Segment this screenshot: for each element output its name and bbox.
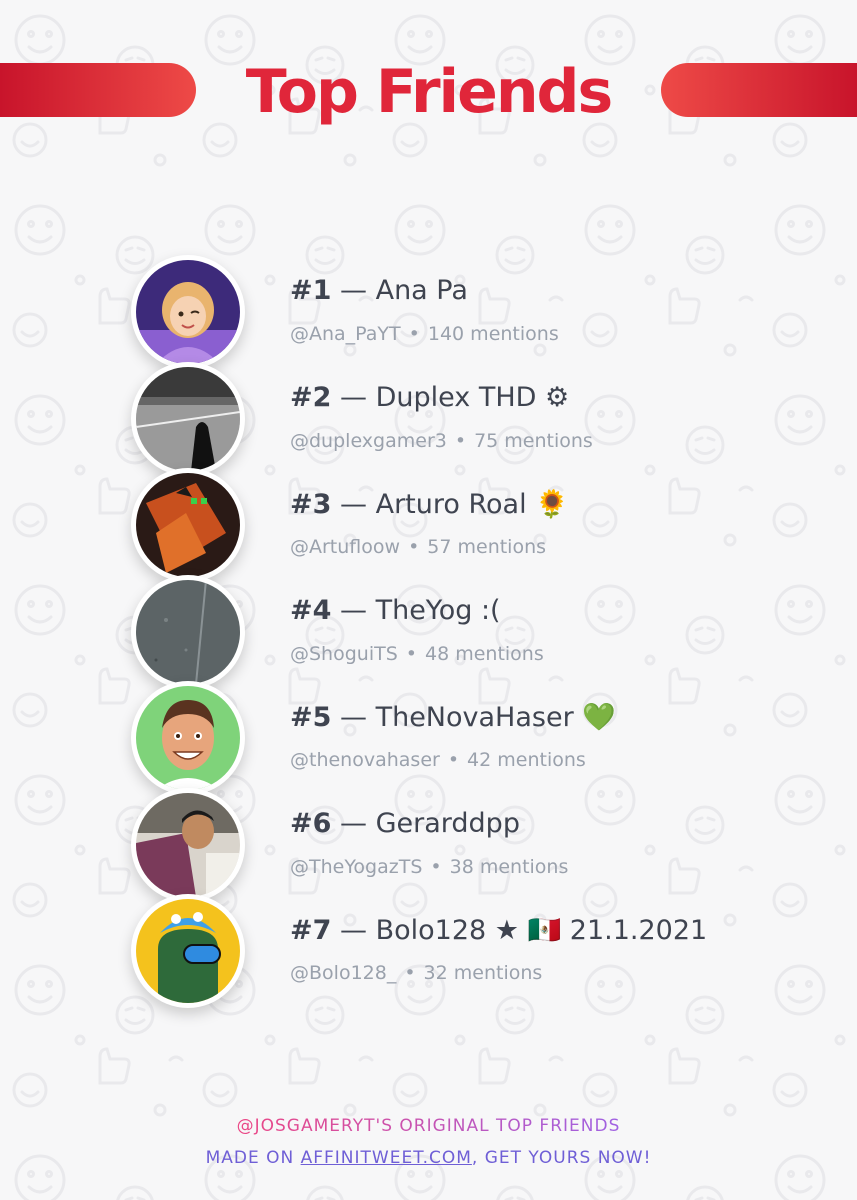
friend-mentions: 48 mentions (425, 642, 544, 665)
friend-rank: #7 (290, 915, 332, 946)
friend-display-name: TheYog :( (375, 594, 501, 626)
friend-handle[interactable]: @Ana_PaYT (290, 323, 401, 345)
among-us-crewmate-avatar-icon[interactable] (131, 894, 245, 1008)
orange-creature-avatar-icon[interactable] (131, 468, 245, 582)
man-photo-avatar-icon[interactable] (131, 787, 245, 902)
page-title: Top Friends (245, 57, 613, 127)
friend-name[interactable]: #3 — Arturo Roal 🌻 (290, 488, 569, 520)
friend-rank: #1 (290, 275, 332, 306)
friend-handle[interactable]: @ShoguiTS (290, 643, 398, 665)
friend-rank: #2 (290, 381, 332, 413)
friend-meta: @Bolo128_ • 32 mentions (290, 962, 543, 984)
friend-rank: #4 (290, 594, 332, 626)
friend-rank: #6 (290, 807, 332, 839)
friend-mentions: 57 mentions (427, 536, 547, 558)
friend-meta: @thenovahaser • 42 mentions (290, 749, 586, 771)
friend-mentions: 140 mentions (427, 323, 559, 345)
friend-row[interactable]: #1 — Ana Pa @Ana_PaYT • 140 mentions (0, 255, 857, 369)
friend-display-name: Duplex THD (375, 381, 537, 413)
friend-mentions: 75 mentions (474, 429, 593, 452)
friend-handle[interactable]: @Artufloow (290, 536, 400, 558)
footer-credit: @JOSGAMERYT'S ORIGINAL TOP FRIENDS (0, 1116, 857, 1136)
friends-list: #1 — Ana Pa @Ana_PaYT • 140 mentions #2 — … (0, 255, 857, 1008)
friend-row[interactable]: #4 — TheYog :( @ShoguiTS • 48 mentions (0, 574, 857, 689)
friend-row[interactable]: #6 — Gerarddpp @TheYogazTS • 38 mentions (0, 787, 857, 902)
cartoon-girl-avatar-icon[interactable] (131, 255, 245, 369)
friend-name[interactable]: #1 — Ana Pa (290, 275, 468, 306)
sunflower-icon: 🌻 (535, 489, 569, 520)
friend-row[interactable]: #7 — Bolo128 ★ 🇲🇽 21.1.2021 @Bolo128_ • 32… (0, 894, 857, 1008)
friend-display-name: Gerarddpp (375, 807, 520, 839)
friend-row[interactable]: #3 — Arturo Roal 🌻 @Artufloow • 57 mention… (0, 468, 857, 582)
gear-icon: ⚙ (545, 381, 570, 413)
friend-name[interactable]: #4 — TheYog :( (290, 595, 501, 626)
affinitweet-link[interactable]: AFFINITWEET.COM (301, 1148, 472, 1168)
friend-meta: @Ana_PaYT • 140 mentions (290, 323, 559, 345)
friend-display-name: Ana Pa (375, 275, 468, 306)
friend-name[interactable]: #6 — Gerarddpp (290, 808, 520, 839)
friend-handle[interactable]: @thenovahaser (290, 749, 440, 771)
friend-display-name: Bolo128 (375, 915, 487, 946)
friend-display-name: Arturo Roal (375, 489, 527, 520)
footer-promo-prefix: MADE ON (205, 1148, 301, 1168)
friend-meta: @ShoguiTS • 48 mentions (290, 642, 544, 665)
friend-meta: @duplexgamer3 • 75 mentions (290, 429, 593, 452)
footer-promo-suffix: , GET YOURS NOW! (471, 1148, 652, 1168)
friend-rank: #3 (290, 489, 332, 520)
friend-handle[interactable]: @TheYogazTS (290, 856, 422, 878)
smiling-man-avatar-icon[interactable] (131, 681, 245, 795)
friend-mentions: 38 mentions (449, 855, 569, 878)
footer-promo: MADE ON AFFINITWEET.COM, GET YOURS NOW! (0, 1148, 857, 1168)
friend-name[interactable]: #2 — Duplex THD ⚙ (290, 382, 569, 413)
friend-display-name: TheNovaHaser (375, 702, 574, 733)
friend-handle[interactable]: @Bolo128_ (290, 962, 396, 984)
gray-texture-avatar-icon[interactable] (131, 574, 245, 689)
stadium-photo-avatar-icon[interactable] (131, 361, 245, 476)
friend-handle[interactable]: @duplexgamer3 (290, 430, 447, 452)
friend-mentions: 42 mentions (467, 749, 586, 771)
friend-rank: #5 (290, 702, 332, 733)
friend-row[interactable]: #2 — Duplex THD ⚙ @duplexgamer3 • 75 menti… (0, 361, 857, 476)
friend-mentions: 32 mentions (423, 962, 543, 984)
friend-meta: @Artufloow • 57 mentions (290, 536, 547, 558)
green-heart-icon: 💚 (582, 702, 616, 733)
star-flag-date-badge: ★ 🇲🇽 21.1.2021 (494, 915, 708, 946)
friend-name[interactable]: #7 — Bolo128 ★ 🇲🇽 21.1.2021 (290, 914, 707, 946)
friend-meta: @TheYogazTS • 38 mentions (290, 855, 569, 878)
friend-row[interactable]: #5 — TheNovaHaser 💚 @thenovahaser • 42 men… (0, 681, 857, 795)
friend-name[interactable]: #5 — TheNovaHaser 💚 (290, 701, 616, 733)
